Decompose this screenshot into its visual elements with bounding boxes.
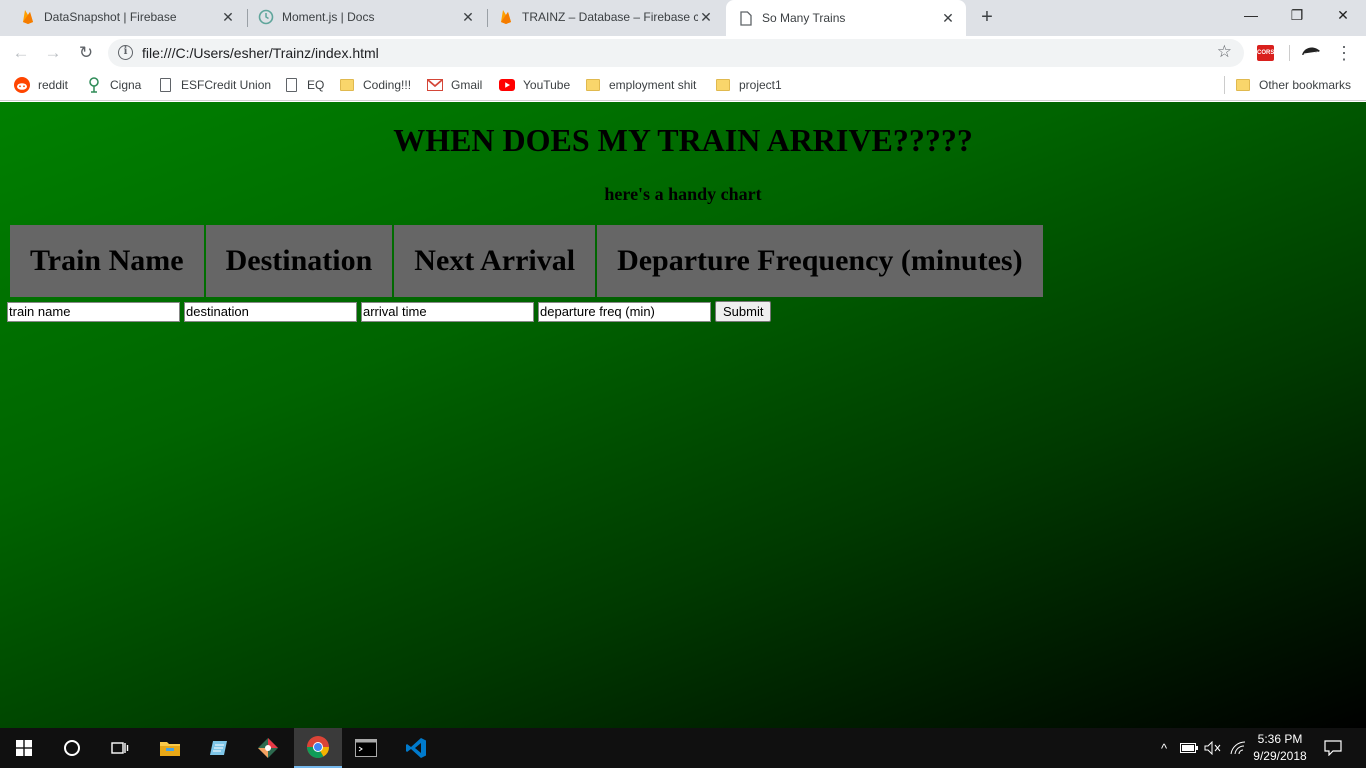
tab-title: Moment.js | Docs [282,10,375,24]
bookmark-esfcredit-union[interactable]: ESFCredit Union [157,75,271,95]
bookmark-label: YouTube [523,78,571,92]
bookmark-gmail[interactable]: Gmail [427,75,482,95]
add-train-form: Submit [7,301,772,322]
toolbar-divider [1289,45,1290,61]
new-tab-button[interactable]: + [975,6,999,30]
info-icon[interactable]: i [118,45,133,60]
page-icon [157,77,173,93]
bookmark-label: Cigna [110,78,142,92]
page-title: WHEN DOES MY TRAIN ARRIVE????? [393,122,973,158]
notification-center-icon[interactable] [1318,728,1348,768]
git-kraken-icon[interactable] [244,728,292,768]
extension-hat-icon[interactable] [1300,43,1322,61]
file-explorer-icon[interactable] [146,728,194,768]
restore-button[interactable]: ❐ [1274,0,1320,30]
firebase-icon [20,9,36,25]
bookmark-label: EQ [307,78,325,92]
clock-time: 5:36 PM [1257,732,1303,746]
browser-tab-strip: DataSnapshot | Firebase ✕ Moment.js | Do… [0,0,1366,36]
table-header-row: Train Name Destination Next Arrival Depa… [10,225,1043,297]
tab-trainz-database[interactable]: TRAINZ – Database – Firebase co ✕ [488,0,724,34]
page-subtitle: here's a handy chart [604,184,762,204]
bookmark-eq[interactable]: EQ [283,75,324,95]
youtube-icon [499,77,515,93]
tab-title: DataSnapshot | Firebase [44,10,177,24]
folder-icon [585,77,601,93]
destination-input[interactable] [184,301,357,322]
tab-title: So Many Trains [762,11,846,25]
folder-icon [715,77,731,93]
bookmark-folder-employment[interactable]: employment shit [585,75,696,95]
volume-muted-icon[interactable] [1202,728,1224,768]
tab-datasnapshot[interactable]: DataSnapshot | Firebase ✕ [0,0,246,34]
cors-extension-icon[interactable]: CORS [1257,45,1274,61]
bookmark-youtube[interactable]: YouTube [499,75,570,95]
other-bookmarks[interactable]: Other bookmarks [1235,75,1351,95]
bookmarks-bar: reddit Cigna ESFCredit Union EQ Coding!!… [0,70,1366,101]
reddit-icon [14,77,30,93]
cigna-tree-icon [86,77,102,93]
task-view-icon[interactable] [96,728,144,768]
close-icon[interactable]: ✕ [220,9,236,25]
system-clock[interactable]: 5:36 PM 9/29/2018 [1248,731,1312,765]
show-hidden-icons-icon[interactable]: ^ [1156,728,1172,768]
notepad-icon[interactable] [195,728,243,768]
close-icon[interactable]: ✕ [940,10,956,26]
arrival-time-input[interactable] [361,301,534,322]
header-train-name: Train Name [10,225,204,297]
departure-frequency-input[interactable] [538,301,711,322]
train-name-input[interactable] [7,301,180,322]
vscode-icon[interactable] [392,728,440,768]
reload-button[interactable]: ↻ [73,40,99,66]
page-content: WHEN DOES MY TRAIN ARRIVE????? here's a … [0,102,1366,728]
submit-button[interactable]: Submit [715,301,772,322]
back-button[interactable]: ← [8,40,34,66]
firebase-icon [498,9,514,25]
browser-menu-icon[interactable]: ⋮ [1334,41,1354,65]
header-destination: Destination [205,225,393,297]
train-schedule-table: Train Name Destination Next Arrival Depa… [8,223,1045,299]
browser-toolbar: ← → ↻ i file:///C:/Users/esher/Trainz/in… [0,36,1366,70]
clock-icon [258,9,274,25]
header-departure-frequency: Departure Frequency (minutes) [597,225,1043,297]
address-bar[interactable]: i file:///C:/Users/esher/Trainz/index.ht… [108,39,1244,67]
gmail-icon [427,77,443,93]
close-icon[interactable]: ✕ [460,9,476,25]
close-window-button[interactable]: ✕ [1320,0,1366,30]
url-text[interactable]: file:///C:/Users/esher/Trainz/index.html [142,45,379,61]
tab-momentjs[interactable]: Moment.js | Docs ✕ [248,0,486,34]
bookmark-folder-project1[interactable]: project1 [715,75,782,95]
bookmarks-divider [1224,76,1225,94]
tab-so-many-trains[interactable]: So Many Trains ✕ [726,0,966,36]
close-icon[interactable]: ✕ [698,9,714,25]
bookmark-label: Gmail [451,78,483,92]
folder-icon [339,77,355,93]
bookmark-folder-coding[interactable]: Coding!!! [339,75,411,95]
bookmark-label: employment shit [609,78,697,92]
forward-button[interactable]: → [40,40,66,66]
clock-date: 9/29/2018 [1253,749,1307,763]
folder-icon [1235,77,1251,93]
minimize-button[interactable]: — [1228,0,1274,30]
bookmark-reddit[interactable]: reddit [14,75,68,95]
bookmark-label: reddit [38,78,69,92]
header-next-arrival: Next Arrival [394,225,596,297]
windows-start-icon[interactable] [0,728,48,768]
windows-taskbar: ^ 5:36 PM 9/29/2018 [0,728,1366,768]
page-icon [283,77,299,93]
other-bookmarks-label: Other bookmarks [1259,78,1352,92]
bookmark-label: ESFCredit Union [181,78,272,92]
cortana-search-icon[interactable] [48,728,96,768]
bookmark-cigna[interactable]: Cigna [86,75,141,95]
tab-title: TRAINZ – Database – Firebase co [522,10,698,24]
bookmark-label: project1 [739,78,782,92]
bookmark-label: Coding!!! [363,78,412,92]
bookmark-star-icon[interactable]: ☆ [1217,42,1232,62]
wifi-icon[interactable] [1228,728,1248,768]
page-icon [738,10,754,26]
chrome-icon[interactable] [294,728,342,768]
battery-icon[interactable] [1178,728,1200,768]
terminal-icon[interactable] [342,728,390,768]
